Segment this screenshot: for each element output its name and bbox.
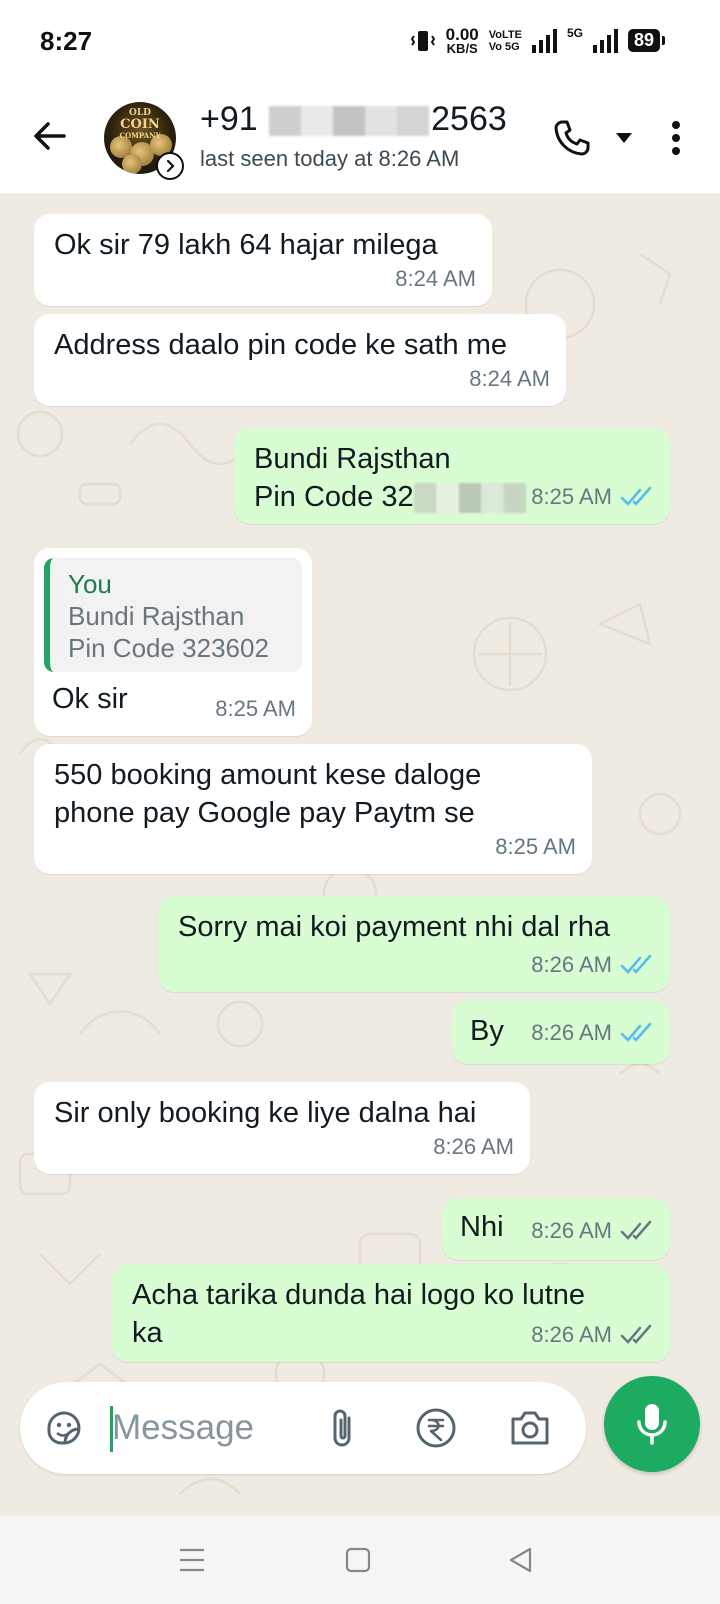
redacted-number	[269, 106, 430, 137]
message-time: 8:26 AM	[531, 1218, 612, 1243]
message-time: 8:26 AM	[531, 1020, 612, 1045]
volte-top: VoLTE	[488, 28, 522, 41]
message-meta: 8:26 AM	[531, 1212, 654, 1250]
payment-button[interactable]	[412, 1404, 460, 1452]
message-time: 8:26 AM	[433, 1134, 514, 1159]
message-meta: 8:26 AM	[531, 1014, 654, 1052]
status-badge[interactable]	[156, 152, 184, 180]
arrow-left-icon	[34, 122, 66, 150]
message-time: 8:25 AM	[531, 484, 612, 509]
message-time: 8:24 AM	[395, 266, 476, 291]
contact-name[interactable]: +91 2563	[200, 100, 507, 139]
message-text: Ok sir 79 lakh 64 hajar milega	[54, 229, 438, 261]
net-speed: 0.00 KB/S	[446, 26, 479, 55]
message-time: 8:25 AM	[215, 696, 296, 721]
vibrate-icon	[410, 30, 435, 51]
message-bubble[interactable]: Sorry mai koi payment nhi dal rha 8:26 A…	[158, 896, 670, 992]
message-meta: 8:25 AM	[495, 828, 576, 866]
message-composer	[20, 1382, 586, 1474]
voice-message-button[interactable]	[604, 1376, 700, 1472]
message-text-line1: Bundi Rajsthan	[254, 443, 451, 475]
avatar-logo: OLD COIN COMPANY	[119, 108, 161, 140]
system-nav-bar	[0, 1516, 720, 1604]
sticker-icon	[47, 1411, 81, 1445]
message-time: 8:24 AM	[469, 366, 550, 391]
camera-icon	[511, 1411, 549, 1445]
message-meta: 8:25 AM	[531, 478, 654, 516]
message-bubble[interactable]: Acha tarika dunda hai logo ko lutne ka 8…	[112, 1264, 670, 1362]
contact-suffix: 2563	[431, 100, 507, 138]
message-meta: 8:24 AM	[395, 260, 476, 298]
chat-area[interactable]: Ok sir 79 lakh 64 hajar milega 8:24 AM A…	[0, 194, 720, 1516]
back-button[interactable]	[28, 114, 72, 158]
message-bubble[interactable]: 550 booking amount kese daloge phone pay…	[34, 744, 592, 874]
message-text: Address daalo pin code ke sath me	[54, 329, 507, 361]
message-meta: 8:26 AM	[433, 1128, 514, 1166]
quoted-message[interactable]: You Bundi Rajsthan Pin Code 323602	[44, 558, 302, 672]
rupee-icon	[416, 1408, 456, 1448]
nav-menu-button[interactable]	[172, 1540, 212, 1580]
double-tick-read-icon	[620, 486, 652, 506]
battery-indicator: 89	[627, 29, 666, 52]
message-input[interactable]	[112, 1404, 312, 1452]
message-text: 550 booking amount kese daloge phone pay…	[54, 759, 482, 829]
message-time: 8:25 AM	[495, 834, 576, 859]
message-bubble[interactable]: Ok sir 79 lakh 64 hajar milega 8:24 AM	[34, 214, 492, 306]
camera-button[interactable]	[506, 1404, 554, 1452]
nav-home-icon	[345, 1547, 371, 1573]
voice-call-button[interactable]	[548, 114, 596, 162]
net-speed-unit: KB/S	[446, 41, 478, 56]
signal-bars-1-icon	[531, 28, 557, 53]
status-icons: 0.00 KB/S VoLTE Vo 5G 5G 89	[410, 26, 666, 55]
attach-button[interactable]	[320, 1404, 364, 1452]
message-bubble[interactable]: You Bundi Rajsthan Pin Code 323602 Ok si…	[34, 548, 312, 736]
chevron-right-circle-icon	[166, 159, 175, 173]
message-bubble[interactable]: Bundi Rajsthan Pin Code 32 8:25 AM	[234, 428, 670, 524]
more-options-button[interactable]	[658, 114, 694, 162]
message-text: Sorry mai koi payment nhi dal rha	[178, 911, 610, 943]
message-meta: 8:26 AM	[531, 946, 654, 984]
message-time: 8:26 AM	[531, 952, 612, 977]
caret-down-icon	[616, 133, 632, 143]
last-seen-status: last seen today at 8:26 AM	[200, 146, 460, 171]
nav-back-icon	[509, 1547, 532, 1573]
signal-bars-2-icon	[592, 28, 618, 53]
nav-back-button[interactable]	[500, 1540, 540, 1580]
quote-author: You	[68, 569, 112, 599]
message-time: 8:26 AM	[531, 1322, 612, 1347]
microphone-icon	[637, 1404, 667, 1445]
chat-header: OLD COIN COMPANY +91 2563 last seen toda…	[0, 84, 720, 194]
more-vertical-icon	[672, 121, 680, 155]
redacted-pin	[413, 483, 526, 514]
message-bubble[interactable]: Sir only booking ke liye dalna hai 8:26 …	[34, 1082, 530, 1174]
call-options-button[interactable]	[610, 128, 638, 148]
network-type: 5G	[566, 26, 583, 40]
message-bubble[interactable]: By 8:26 AM	[452, 1000, 670, 1064]
message-meta: 8:24 AM	[469, 360, 550, 398]
message-bubble[interactable]: Address daalo pin code ke sath me 8:24 A…	[34, 314, 566, 406]
volte-indicator: VoLTE Vo 5G	[489, 29, 522, 53]
paperclip-icon	[333, 1409, 351, 1447]
sticker-button[interactable]	[40, 1404, 88, 1452]
status-time: 8:27	[40, 26, 93, 56]
message-meta: 8:25 AM	[215, 690, 296, 728]
double-tick-delivered-icon	[620, 1220, 652, 1240]
quote-text: Bundi Rajsthan Pin Code 323602	[68, 601, 269, 663]
message-bubble[interactable]: Nhi 8:26 AM	[442, 1198, 670, 1260]
status-bar: 8:27 0.00 KB/S VoLTE Vo 5G 5G 89	[0, 0, 720, 84]
contact-prefix: +91	[200, 100, 258, 138]
nav-menu-icon	[180, 1548, 204, 1572]
volte-bottom: Vo 5G	[488, 40, 520, 53]
double-tick-delivered-icon	[620, 1324, 652, 1344]
phone-icon	[554, 120, 590, 156]
message-meta: 8:26 AM	[531, 1316, 654, 1354]
nav-home-button[interactable]	[338, 1540, 378, 1580]
double-tick-read-icon	[620, 1022, 652, 1042]
double-tick-read-icon	[620, 954, 652, 974]
message-text: Sir only booking ke liye dalna hai	[54, 1097, 477, 1129]
